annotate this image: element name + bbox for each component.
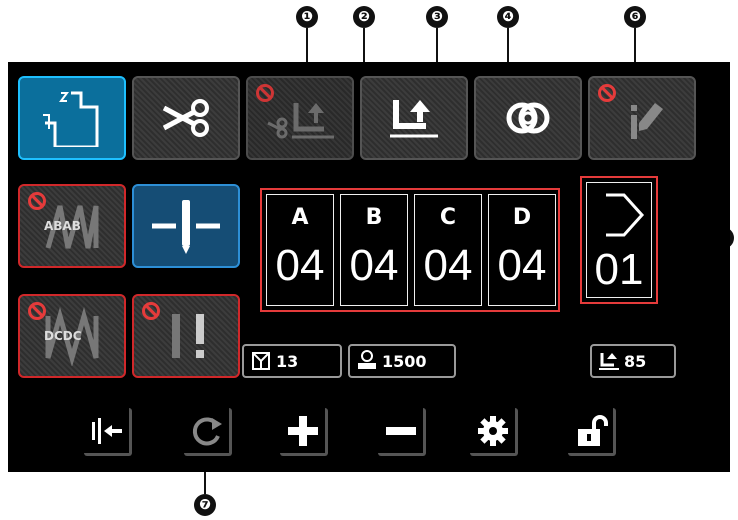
back-to-start-button[interactable] [84, 408, 132, 456]
stitch-pattern-icon [506, 102, 550, 134]
reverse-stitch-abab-button[interactable]: ABAB [18, 184, 126, 268]
trim-presser-lift-button[interactable] [246, 76, 354, 160]
needle-position-button[interactable] [132, 184, 240, 268]
disabled-icon [28, 302, 46, 320]
disabled-icon [256, 84, 274, 102]
pattern-cell-a[interactable]: A 04 [266, 194, 334, 306]
cell-label: D [512, 205, 532, 230]
thread-trimmer-icon [162, 99, 209, 137]
unlock-button[interactable] [568, 408, 616, 456]
unlock-icon [577, 414, 608, 446]
presser-foot-icon [598, 350, 620, 372]
cell-label: C [439, 205, 457, 230]
condensed-stitch-button[interactable] [132, 294, 240, 378]
pattern-cell-c[interactable]: C 04 [414, 194, 482, 306]
edit-disabled-icon [631, 103, 663, 139]
callout-7: ❼ [194, 494, 216, 516]
start-stitch-icon [43, 91, 99, 147]
needle-position-icon [152, 200, 220, 254]
reverse-stitch-abab-disabled-icon: ABAB [44, 205, 99, 249]
disabled-icon [598, 84, 616, 102]
repeat-count-group: 01 [580, 176, 658, 304]
presser-foot-lift-icon [390, 100, 438, 138]
decrease-button[interactable] [378, 408, 426, 456]
pattern-cell-d[interactable]: D 04 [488, 194, 556, 306]
sewing-speed-value: 1500 [382, 351, 427, 371]
edit-button[interactable] [588, 76, 696, 160]
thread-trimmer-button[interactable] [132, 76, 240, 160]
disabled-icon [142, 302, 160, 320]
repeat-button[interactable] [184, 408, 232, 456]
settings-button[interactable] [470, 408, 518, 456]
cell-label: B [365, 205, 383, 230]
disabled-icon [28, 192, 46, 210]
callout-2: ❷ [353, 6, 375, 28]
cell-value: 04 [497, 241, 547, 290]
reverse-stitch-dcdc-button[interactable]: DCDC [18, 294, 126, 378]
callout-4: ❹ [497, 6, 519, 28]
sewing-speed-display[interactable]: 1500 [348, 344, 456, 378]
repeat-count-cell[interactable]: 01 [586, 182, 652, 298]
cell-value: 04 [275, 241, 325, 290]
plus-icon [287, 415, 318, 446]
presser-height-display[interactable]: 85 [590, 344, 676, 378]
stitch-counter-value: 13 [276, 351, 299, 371]
pattern-cells-group: A 04 B 04 C 04 D 04 [260, 188, 560, 312]
cell-label: A [291, 205, 309, 230]
settings-icon [477, 415, 508, 446]
condensed-stitch-disabled-icon [172, 314, 204, 358]
reverse-stitch-dcdc-disabled-icon: DCDC [44, 306, 99, 366]
callout-3: ❸ [426, 6, 448, 28]
increase-button[interactable] [280, 408, 328, 456]
presser-height-value: 85 [624, 351, 647, 371]
svg-text:ABAB: ABAB [44, 219, 81, 233]
cell-value: 04 [349, 241, 399, 290]
repeat-count-value: 01 [594, 245, 644, 294]
svg-text:DCDC: DCDC [44, 329, 82, 343]
repeat-icon [192, 417, 222, 445]
presser-foot-lift-button[interactable] [360, 76, 468, 160]
stitch-pattern-button[interactable] [474, 76, 582, 160]
trim-presser-lift-disabled-icon [267, 103, 334, 139]
pattern-cell-b[interactable]: B 04 [340, 194, 408, 306]
back-to-start-icon [91, 417, 122, 444]
stitch-counter-display[interactable]: 13 [242, 344, 342, 378]
operation-panel-screen: ABAB DCDC A 04 B 04 C 04 D 04 01 13 1500… [8, 62, 730, 472]
callout-1: ❶ [296, 6, 318, 28]
speed-icon [356, 350, 378, 372]
start-stitch-button[interactable] [18, 76, 126, 160]
counter-icon [250, 350, 272, 372]
diamond-shape-icon [606, 193, 645, 237]
minus-icon [385, 426, 416, 435]
cell-value: 04 [423, 241, 473, 290]
callout-6: ❻ [624, 6, 646, 28]
